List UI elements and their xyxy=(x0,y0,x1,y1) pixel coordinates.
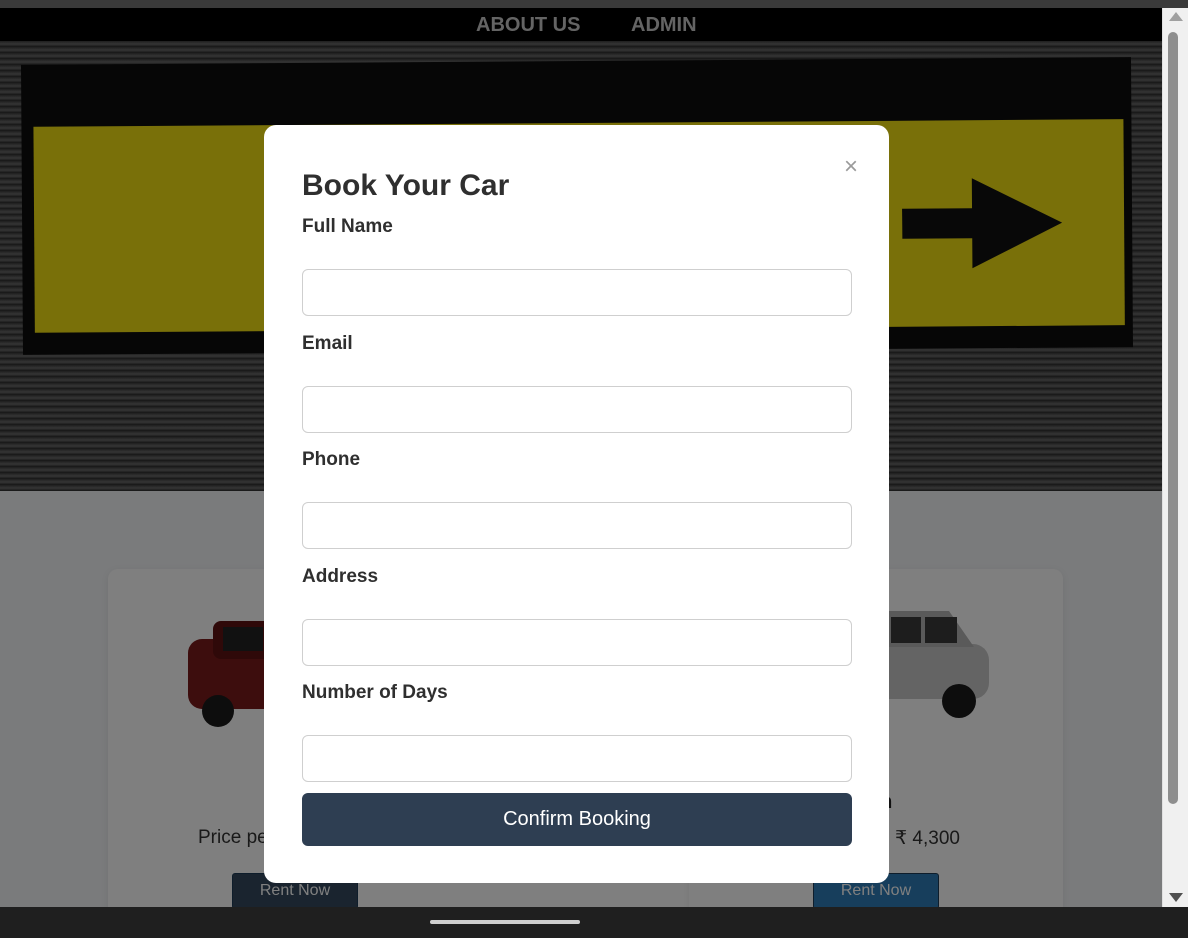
full-name-label: Full Name xyxy=(302,216,393,237)
close-icon[interactable]: × xyxy=(844,153,858,181)
address-input[interactable] xyxy=(302,619,852,666)
number-of-days-label: Number of Days xyxy=(302,682,448,703)
modal-title: Book Your Car xyxy=(302,169,510,202)
confirm-booking-button[interactable]: Confirm Booking xyxy=(302,793,852,846)
full-name-input[interactable] xyxy=(302,269,852,316)
scroll-up-arrow-icon[interactable] xyxy=(1169,12,1183,21)
vertical-scrollbar[interactable] xyxy=(1162,8,1188,907)
phone-input[interactable] xyxy=(302,502,852,549)
scroll-down-arrow-icon[interactable] xyxy=(1169,893,1183,902)
home-indicator[interactable] xyxy=(430,920,580,924)
bottom-system-bar xyxy=(0,907,1188,938)
booking-modal: × Book Your Car Full Name Email Phone Ad… xyxy=(264,125,889,883)
scrollbar-thumb[interactable] xyxy=(1168,32,1178,804)
address-label: Address xyxy=(302,566,379,587)
browser-top-strip xyxy=(0,0,1188,8)
number-of-days-input[interactable] xyxy=(302,735,852,782)
phone-label: Phone xyxy=(302,449,361,470)
email-label: Email xyxy=(302,333,353,354)
email-input[interactable] xyxy=(302,386,852,433)
page-viewport: ABOUT US ADMIN Price pe Rent Now xyxy=(0,8,1162,907)
